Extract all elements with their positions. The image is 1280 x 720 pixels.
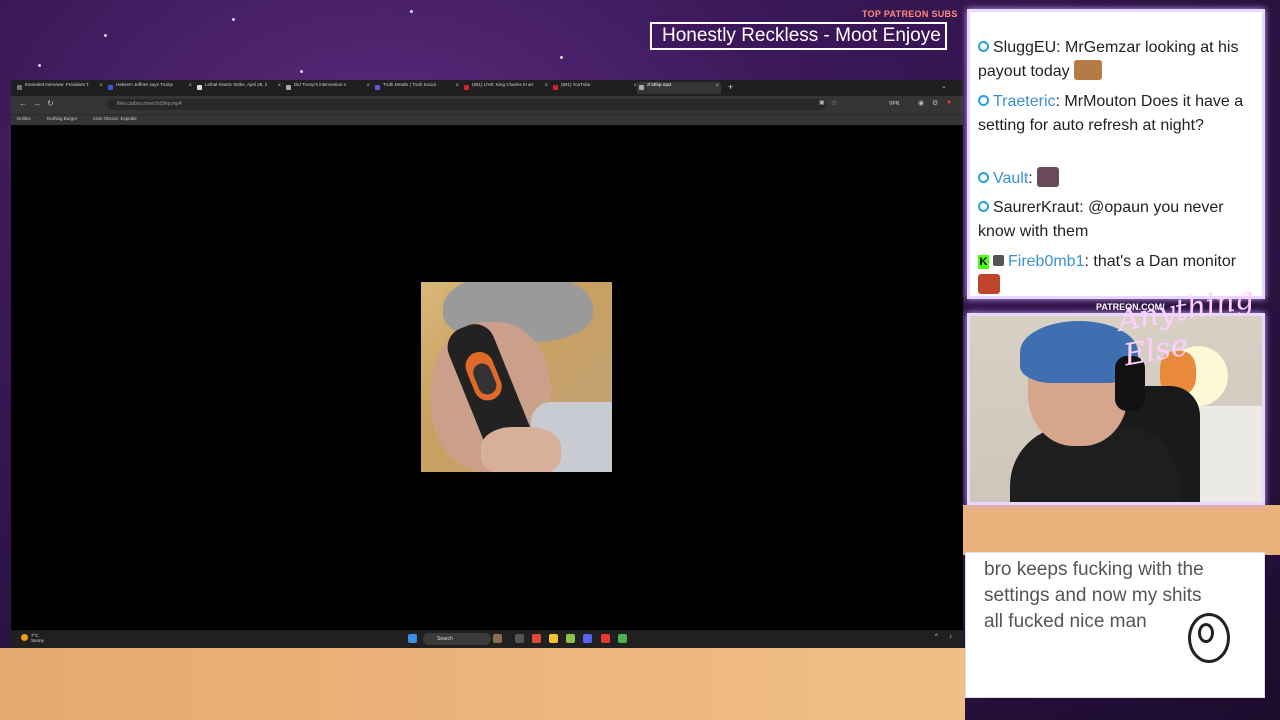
tab-6[interactable]: (681) LIVE: King Charles III arr ×	[462, 82, 550, 94]
folder-icon[interactable]	[549, 634, 558, 643]
bookmark-clair-obscur[interactable]: Clair Obscur: Expediti	[93, 116, 137, 121]
close-icon[interactable]: ×	[544, 83, 548, 89]
taskbar: 7°C Sunny Search ^ ♪	[11, 630, 963, 648]
app-icon[interactable]	[601, 634, 610, 643]
favicon-icon	[286, 85, 291, 90]
star	[560, 56, 563, 59]
verified-badge-icon	[993, 255, 1004, 266]
discord-icon[interactable]	[583, 634, 592, 643]
speaker-icon[interactable]: ♪	[949, 634, 952, 640]
doodle-eye	[1198, 623, 1214, 643]
platform-badge-icon	[978, 95, 989, 106]
star	[38, 64, 41, 67]
patreon-marquee: Honestly Reckless - Moot Enjoye	[650, 22, 947, 50]
marquee-text: Honestly Reckless - Moot Enjoye	[662, 25, 941, 46]
tab-8-active[interactable]: zhi3fep.mp4 ×	[637, 82, 721, 94]
tab-1[interactable]: Extended Interview: President T ×	[15, 82, 105, 94]
taskbar-search[interactable]: Search	[423, 633, 491, 645]
extension-icon[interactable]: ◉	[918, 99, 924, 107]
star	[104, 34, 107, 37]
close-icon[interactable]: ×	[455, 83, 459, 89]
close-icon[interactable]: ×	[366, 83, 370, 89]
sun-icon	[21, 634, 28, 641]
quote-text: bro keeps fucking with the settings and …	[984, 559, 1204, 632]
chat-message: SluggEU: MrGemzar looking at his payout …	[978, 39, 1239, 80]
tab-2[interactable]: Hakeem Jeffries says Trump ×	[106, 82, 194, 94]
tab-4[interactable]: Did Trump's intervention s ×	[284, 82, 372, 94]
task-view-icon[interactable]	[515, 634, 524, 643]
tab-7[interactable]: (681) YouTube ×	[551, 82, 639, 94]
weather-widget[interactable]: 7°C Sunny	[21, 633, 44, 643]
reload-icon[interactable]: ↻	[47, 99, 54, 108]
emote-icon	[1074, 60, 1103, 80]
top-patreon-subs-label: TOP PATREON SUBS	[862, 9, 958, 19]
bookmark-dollies[interactable]: Dollies	[17, 116, 31, 121]
platform-badge-icon	[978, 41, 989, 52]
favicon-icon	[17, 85, 22, 90]
favicon-icon	[108, 85, 113, 90]
new-tab-button[interactable]: +	[728, 82, 733, 92]
favicon-icon	[375, 85, 380, 90]
youtube-icon	[464, 85, 469, 90]
favicon-icon	[639, 85, 644, 90]
install-icon[interactable]: ▣	[819, 99, 825, 106]
star	[410, 10, 413, 13]
bookmark-nothing-burger[interactable]: Nothing Burger	[47, 116, 77, 121]
windows-start-icon[interactable]	[408, 634, 417, 643]
app-icon[interactable]	[493, 634, 502, 643]
back-icon[interactable]: ←	[19, 99, 27, 108]
close-icon[interactable]: ×	[277, 83, 281, 89]
kick-badge-icon: K	[978, 255, 989, 269]
platform-badge-icon	[978, 201, 989, 212]
app-icon[interactable]	[566, 634, 575, 643]
settings-icon[interactable]: ⚙	[932, 99, 938, 107]
close-icon[interactable]: ×	[188, 83, 192, 89]
emote-icon	[978, 274, 1000, 294]
chrome-icon[interactable]	[618, 634, 627, 643]
address-bar: ← → ↻ files.catbox.moe/zhi3fep.mp4 ▣ ☆ V…	[11, 96, 963, 114]
close-icon[interactable]: ×	[715, 83, 719, 89]
emote-icon	[1037, 167, 1060, 187]
chat-message: Vault:	[978, 167, 1260, 191]
platform-badge-icon	[978, 172, 989, 183]
background-sand	[0, 648, 965, 720]
vpn-badge[interactable]: VPN	[889, 101, 899, 107]
chat-message: SaurerKraut: @opaun you never know with …	[978, 199, 1224, 240]
star	[232, 18, 235, 21]
forward-icon[interactable]: →	[33, 99, 41, 108]
chat-panel: SluggEU: MrGemzar looking at his payout …	[967, 9, 1265, 299]
tab-5[interactable]: Truth Details | Truth Social ×	[373, 82, 461, 94]
bookmark-star-icon[interactable]: ☆	[831, 99, 837, 107]
tab-bar: Extended Interview: President T × Hakeem …	[11, 80, 963, 96]
bookmarks-bar: Dollies Nothing Burger Clair Obscur: Exp…	[11, 114, 963, 125]
background-sand-right	[960, 505, 1280, 555]
tab-3[interactable]: Lethal Kinetic Strike, April 26, 2 ×	[195, 82, 283, 94]
browser-capture: Extended Interview: President T × Hakeem …	[11, 80, 963, 648]
url-input[interactable]: files.catbox.moe/zhi3fep.mp4	[107, 99, 827, 110]
menu-icon[interactable]: ●	[947, 99, 951, 106]
favicon-icon	[197, 85, 202, 90]
tray-chevron-icon[interactable]: ^	[935, 634, 938, 640]
chevron-down-icon[interactable]: ⌄	[941, 82, 947, 90]
video-hand	[481, 427, 561, 472]
quote-image: bro keeps fucking with the settings and …	[965, 552, 1265, 698]
close-icon[interactable]: ×	[99, 83, 103, 89]
video-player[interactable]	[421, 282, 612, 472]
chat-message: Traeteric: MrMouton Does it have a setti…	[978, 93, 1244, 134]
youtube-icon	[553, 85, 558, 90]
browser-icon[interactable]	[532, 634, 541, 643]
star	[300, 70, 303, 73]
